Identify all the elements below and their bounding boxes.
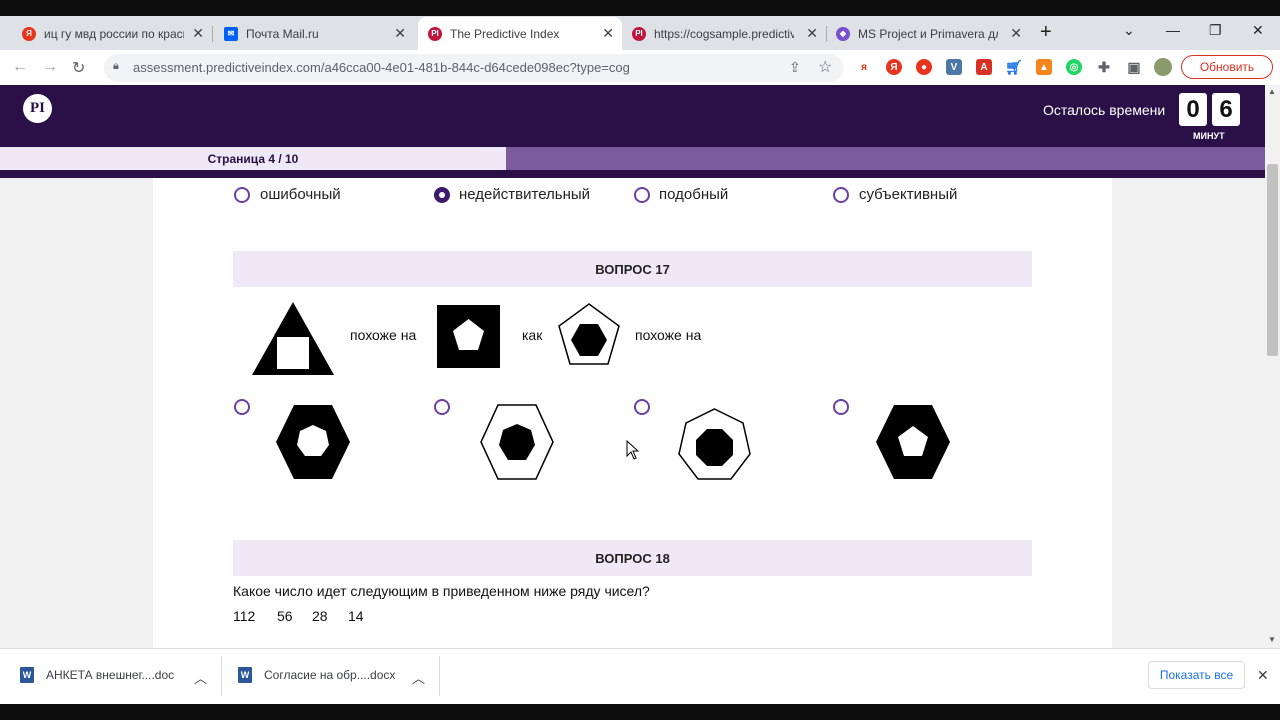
downloads-bar: [0, 648, 1280, 704]
tab-title: MS Project и Primavera для у: [858, 26, 998, 41]
timer-digit-tens: 0: [1179, 93, 1207, 126]
pdf-extension-icon[interactable]: A: [976, 59, 992, 75]
tab-3[interactable]: PI https://cogsample.predictive ✕: [622, 17, 826, 50]
yandex-extension-icon[interactable]: я: [856, 59, 872, 75]
close-tab-icon[interactable]: ✕: [1010, 25, 1022, 42]
scroll-down-arrow-icon[interactable]: ▼: [1268, 635, 1276, 644]
q16-option-radio-2[interactable]: [634, 187, 650, 203]
yandex-favicon-icon: Я: [22, 26, 36, 41]
show-all-downloads-button[interactable]: Показать все: [1148, 661, 1245, 689]
share-icon[interactable]: ⇪: [789, 59, 801, 76]
q18-sequence-number: 56: [277, 608, 293, 624]
tab-search-chevron-icon[interactable]: ⌄: [1123, 22, 1135, 39]
scroll-up-arrow-icon[interactable]: ▲: [1268, 87, 1276, 96]
download-menu-chevron-icon[interactable]: ︿: [194, 668, 207, 687]
white-heptagon-with-black-octagon-figure[interactable]: [676, 407, 753, 484]
q16-option-label-0[interactable]: ошибочный: [260, 186, 341, 203]
close-downloads-bar-icon[interactable]: ✕: [1257, 667, 1269, 684]
q18-heading: ВОПРОС 18: [233, 540, 1032, 576]
q16-option-radio-0[interactable]: [234, 187, 250, 203]
q17-phrase-similar-1: похоже на: [350, 327, 417, 343]
download-menu-chevron-icon[interactable]: ︿: [412, 668, 425, 687]
close-window-icon[interactable]: ✕: [1252, 22, 1264, 39]
q17-phrase-similar-2: похоже на: [635, 327, 702, 343]
time-remaining-label: Осталось времени: [1043, 102, 1166, 118]
vk-extension-icon[interactable]: V: [946, 59, 962, 75]
square-with-pentagon-figure: [437, 305, 500, 368]
cart-extension-icon[interactable]: 🛒︎: [1005, 59, 1023, 75]
side-panel-icon[interactable]: ▣: [1126, 59, 1142, 75]
hexagon-with-white-heptagon-figure[interactable]: [274, 404, 352, 480]
green-extension-icon[interactable]: ◎: [1066, 59, 1082, 75]
word-doc-icon: W: [238, 667, 252, 683]
download-item-name[interactable]: АНКЕТА внешнег....doc: [46, 668, 174, 682]
q17-heading: ВОПРОС 17: [233, 251, 1032, 287]
hexagon-with-white-pentagon-figure[interactable]: [874, 404, 952, 480]
page-gutter-left: [0, 178, 153, 648]
back-arrow-icon[interactable]: ←: [12, 58, 28, 76]
white-hexagon-with-black-heptagon-figure[interactable]: [479, 404, 555, 480]
tab-1[interactable]: ✉ Почта Mail.ru ✕: [214, 17, 414, 50]
url-text[interactable]: assessment.predictiveindex.com/a46cca00-…: [133, 60, 630, 75]
screen-bottom-strip: [0, 704, 1280, 720]
q17-option-radio-1[interactable]: [434, 399, 450, 415]
q16-option-radio-3[interactable]: [833, 187, 849, 203]
forward-arrow-icon[interactable]: →: [42, 58, 58, 76]
word-doc-icon: W: [20, 667, 34, 683]
adblock-extension-icon[interactable]: ●: [916, 59, 932, 75]
tab-title: The Predictive Index: [450, 26, 560, 41]
predictive-index-favicon-icon: PI: [632, 26, 646, 41]
metamask-extension-icon[interactable]: ▲: [1036, 59, 1052, 75]
mouse-cursor-icon: [626, 440, 640, 460]
tab-title: Почта Mail.ru: [246, 26, 319, 41]
extensions-puzzle-icon[interactable]: ✚: [1096, 59, 1112, 75]
scrollbar-thumb[interactable]: [1267, 164, 1278, 356]
mail-favicon-icon: ✉: [224, 26, 238, 41]
timer-digit-ones: 6: [1212, 93, 1240, 126]
close-tab-icon[interactable]: ✕: [394, 25, 406, 42]
reload-icon[interactable]: ↻: [72, 58, 85, 78]
download-item-name[interactable]: Согласие на обр....docx: [264, 668, 395, 682]
q16-option-radio-1[interactable]: [434, 187, 450, 203]
close-tab-icon[interactable]: ✕: [806, 25, 818, 42]
progress-bar-border: [0, 170, 1265, 178]
close-tab-icon[interactable]: ✕: [192, 25, 204, 42]
q17-option-radio-2[interactable]: [634, 399, 650, 415]
update-button[interactable]: Обновить: [1181, 55, 1273, 79]
q17-option-radio-3[interactable]: [833, 399, 849, 415]
timer-unit-label: МИНУТ: [1193, 131, 1225, 141]
q18-sequence-number: 28: [312, 608, 328, 624]
q17-phrase-as: как: [522, 327, 543, 343]
q18-sequence-number: 14: [348, 608, 364, 624]
close-tab-icon[interactable]: ✕: [602, 25, 614, 42]
tab-title: https://cogsample.predictive: [654, 26, 794, 41]
page-indicator: Страница 4 / 10: [207, 151, 299, 166]
tab-2[interactable]: PI The Predictive Index ✕: [418, 17, 622, 50]
q16-option-label-1[interactable]: недействительный: [459, 186, 590, 203]
minimize-icon[interactable]: —: [1166, 22, 1180, 38]
triangle-with-square-figure: [252, 302, 334, 375]
bookmark-star-icon[interactable]: ☆: [818, 57, 832, 77]
q16-option-label-2[interactable]: подобный: [659, 186, 728, 203]
pentagon-with-hexagon-figure: [558, 303, 620, 365]
q17-option-radio-0[interactable]: [234, 399, 250, 415]
ms-project-favicon-icon: ◆: [836, 26, 850, 41]
tab-0[interactable]: Я иц гу мвд россии по красно ✕: [12, 17, 212, 50]
q16-option-label-3[interactable]: субъективный: [859, 186, 957, 203]
new-tab-plus-icon[interactable]: +: [1040, 21, 1052, 44]
pi-logo: PI: [23, 94, 52, 123]
predictive-index-favicon-icon: PI: [428, 26, 442, 41]
restore-icon[interactable]: ❐: [1209, 22, 1222, 39]
lock-icon[interactable]: 🔒︎: [113, 60, 119, 73]
tab-4[interactable]: ◆ MS Project и Primavera для у ✕: [826, 17, 1030, 50]
q18-question-text: Какое число идет следующим в приведенном…: [233, 583, 650, 599]
profile-avatar[interactable]: [1154, 58, 1172, 76]
page-gutter-right: [1112, 178, 1265, 648]
q18-sequence-number: 112: [233, 608, 256, 624]
yandex-extension-icon[interactable]: Я: [886, 59, 902, 75]
tab-title: иц гу мвд россии по красно: [44, 26, 184, 41]
